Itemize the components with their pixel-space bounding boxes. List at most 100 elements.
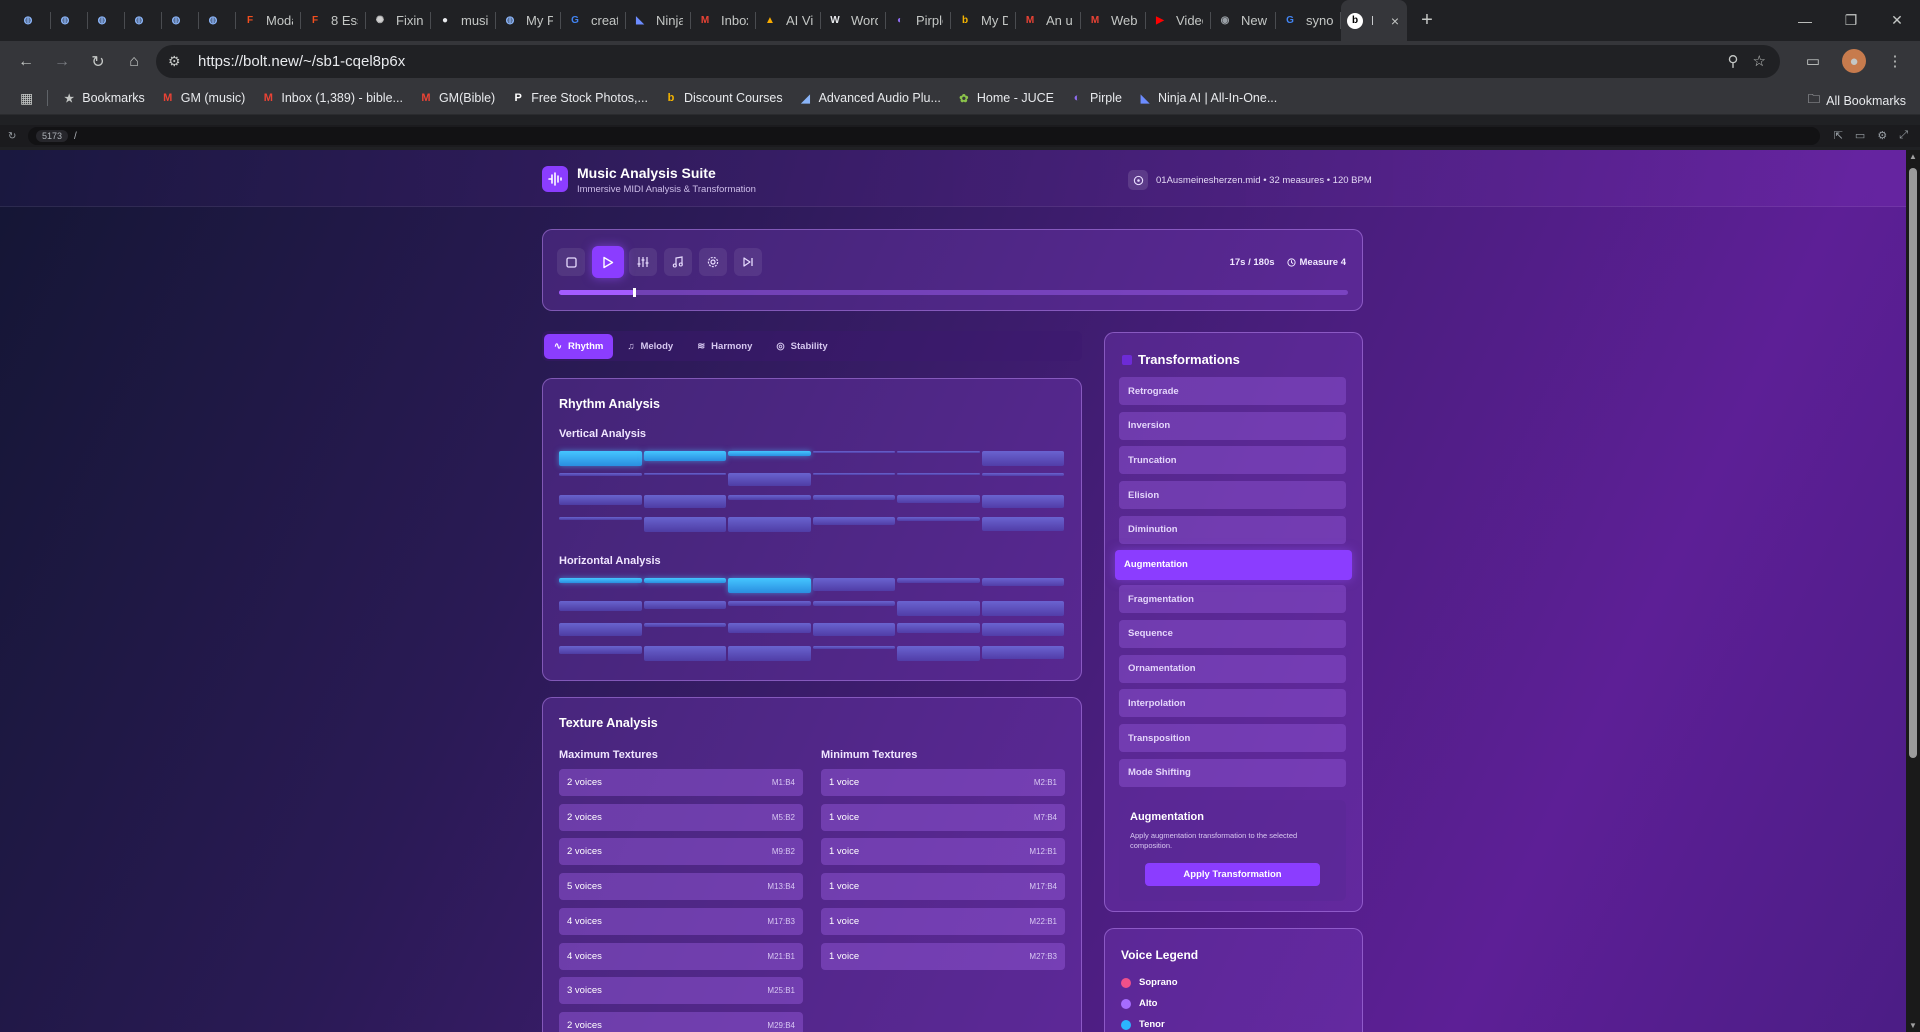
devices-icon[interactable]: ▭ xyxy=(1855,129,1865,142)
figma-icon: F xyxy=(246,15,254,26)
bookmark-item[interactable]: ◣ Ninja AI | All-In-One... xyxy=(1130,91,1285,105)
skip-end-button[interactable] xyxy=(734,248,762,276)
home-icon[interactable]: ⌂ xyxy=(116,46,152,78)
all-bookmarks-button[interactable]: 🗀 All Bookmarks xyxy=(1808,90,1906,111)
url-input[interactable] xyxy=(198,53,1598,70)
transformation-mode-shifting[interactable]: Mode Shifting xyxy=(1119,758,1346,787)
preview-reload-icon[interactable]: ↻ xyxy=(8,131,16,142)
tab-close-icon[interactable]: × xyxy=(1391,13,1399,29)
bookmark-star-icon[interactable]: ☆ xyxy=(1753,52,1766,70)
tab-harmony[interactable]: ≋ Harmony xyxy=(687,334,762,359)
skip-forward-icon xyxy=(743,257,753,267)
mixer-button[interactable] xyxy=(629,248,657,276)
devtools-icon[interactable]: ⚙ xyxy=(1877,129,1887,142)
tab-stability[interactable]: ◎ Stability xyxy=(766,334,837,359)
scroll-up-icon[interactable]: ▲ xyxy=(1906,152,1920,161)
progress-track[interactable] xyxy=(559,288,1348,297)
menu-icon[interactable]: ⋮ xyxy=(1880,46,1910,76)
browser-tab[interactable]: ◍ xyxy=(199,0,236,41)
transformation-retrograde[interactable]: Retrograde xyxy=(1119,377,1346,405)
stop-button[interactable] xyxy=(557,248,585,276)
minimize-button[interactable]: — xyxy=(1782,0,1828,41)
scroll-thumb[interactable] xyxy=(1909,168,1917,758)
transformation-truncation[interactable]: Truncation xyxy=(1119,446,1346,475)
profile-avatar[interactable]: ● xyxy=(1842,49,1866,73)
bookmark-item[interactable]: b Discount Courses xyxy=(656,91,791,105)
juce-icon: ✿ xyxy=(959,92,969,105)
close-window-button[interactable]: ✕ xyxy=(1874,0,1920,41)
clock-icon xyxy=(1286,258,1296,267)
tab-melody[interactable]: ♫ Melody xyxy=(617,334,683,359)
transformation-augmentation[interactable]: Augmentation xyxy=(1115,549,1352,580)
address-bar[interactable]: ⚙ ⚲ ☆ xyxy=(156,45,1780,78)
tab-search-icon[interactable]: ▭ xyxy=(1798,46,1828,76)
chrome-icon: ◉ xyxy=(1220,15,1230,26)
preview-bar: ↻ 5173 / ⇱ ▭ ⚙ ⤢ xyxy=(0,125,1920,147)
scroll-down-icon[interactable]: ▼ xyxy=(1906,1021,1920,1030)
page-scrollbar[interactable]: ▲ ▼ xyxy=(1906,150,1920,1032)
browser-tab[interactable]: ✺ Fixing xyxy=(366,0,431,41)
tab-rhythm[interactable]: ∿ Rhythm xyxy=(544,333,614,359)
transformation-elision[interactable]: Elision xyxy=(1119,481,1346,510)
transformation-diminution[interactable]: Diminution xyxy=(1119,515,1346,544)
apply-transformation-button[interactable]: Apply Transformation xyxy=(1145,863,1320,886)
browser-tab[interactable]: M Inbox xyxy=(691,0,756,41)
transformation-transposition[interactable]: Transposition xyxy=(1119,724,1346,752)
browser-tab[interactable]: ◍ xyxy=(162,0,199,41)
settings-button[interactable] xyxy=(699,248,727,276)
bookmark-label: Ninja AI | All-In-One... xyxy=(1157,91,1278,105)
open-external-icon[interactable]: ⇱ xyxy=(1834,129,1843,142)
browser-tab[interactable]: M An up xyxy=(1016,0,1081,41)
transformation-sequence[interactable]: Sequence xyxy=(1119,619,1346,648)
zoom-icon[interactable]: ⚲ xyxy=(1728,52,1739,70)
bookmark-item[interactable]: ★ Bookmarks xyxy=(54,91,153,105)
bookmark-item[interactable]: ◢ Advanced Audio Plu... xyxy=(791,91,949,105)
bookmark-item[interactable]: ✿ Home - JUCE xyxy=(949,91,1062,105)
play-button[interactable] xyxy=(592,246,624,278)
bookmark-item[interactable]: ◐ Pirple xyxy=(1062,91,1130,105)
browser-tab[interactable]: ▶ Video xyxy=(1146,0,1211,41)
bookmark-item[interactable]: P Free Stock Photos,... xyxy=(503,91,656,105)
browser-tab[interactable]: M Webs xyxy=(1081,0,1146,41)
progress-handle[interactable] xyxy=(632,288,636,297)
bookmark-label: Pirple xyxy=(1090,91,1122,105)
browser-tab[interactable]: F 8 Esse xyxy=(301,0,366,41)
browser-tab[interactable]: F Moda xyxy=(236,0,301,41)
browser-tab[interactable]: ◣ Ninja xyxy=(626,0,691,41)
browser-tab[interactable]: ◍ xyxy=(14,0,51,41)
browser-tab[interactable]: ◍ xyxy=(125,0,162,41)
browser-tab[interactable]: Gsynon xyxy=(1276,0,1341,41)
browser-tab[interactable]: ◍ My Pc xyxy=(496,0,561,41)
browser-tab[interactable]: Gcreate xyxy=(561,0,626,41)
bookmark-item[interactable]: M GM (music) xyxy=(153,91,254,105)
transformation-ornamentation[interactable]: Ornamentation xyxy=(1119,654,1346,683)
forward-icon[interactable]: → xyxy=(44,46,80,78)
browser-tab[interactable]: ◍ xyxy=(51,0,88,41)
browser-tab[interactable]: ● music xyxy=(431,0,496,41)
preview-url[interactable]: 5173 / xyxy=(28,127,1820,145)
new-tab-button[interactable]: + xyxy=(1413,7,1441,35)
browser-tab[interactable]: b Ir × xyxy=(1341,0,1407,41)
rhythm-cell xyxy=(643,578,726,583)
browser-tab[interactable]: b My D xyxy=(951,0,1016,41)
transformation-inversion[interactable]: Inversion xyxy=(1119,411,1346,440)
restore-button[interactable]: ❐ xyxy=(1828,0,1874,41)
apps-grid-icon[interactable]: ▦ xyxy=(12,90,41,107)
bookmark-item[interactable]: M Inbox (1,389) - bible... xyxy=(253,91,411,105)
browser-tab[interactable]: ◉ New T xyxy=(1211,0,1276,41)
google-icon: G xyxy=(1286,15,1294,26)
transformation-interpolation[interactable]: Interpolation xyxy=(1119,689,1346,718)
bookmark-item[interactable]: M GM(Bible) xyxy=(411,91,503,105)
tab-title: Inbox xyxy=(721,13,748,28)
back-icon[interactable]: ← xyxy=(8,46,44,78)
browser-tab[interactable]: ◐ Pirple xyxy=(886,0,951,41)
transformation-fragmentation[interactable]: Fragmentation xyxy=(1119,585,1346,614)
browser-tab[interactable]: W Word xyxy=(821,0,886,41)
browser-tab[interactable]: ◍ xyxy=(88,0,125,41)
site-settings-icon[interactable]: ⚙ xyxy=(168,53,190,70)
browser-tab[interactable]: ▲ AI Vid xyxy=(756,0,821,41)
fullscreen-icon[interactable]: ⤢ xyxy=(1899,129,1908,142)
notes-button[interactable] xyxy=(664,248,692,276)
texture-position: M5:B2 xyxy=(771,812,795,822)
reload-icon[interactable]: ↻ xyxy=(80,46,116,78)
